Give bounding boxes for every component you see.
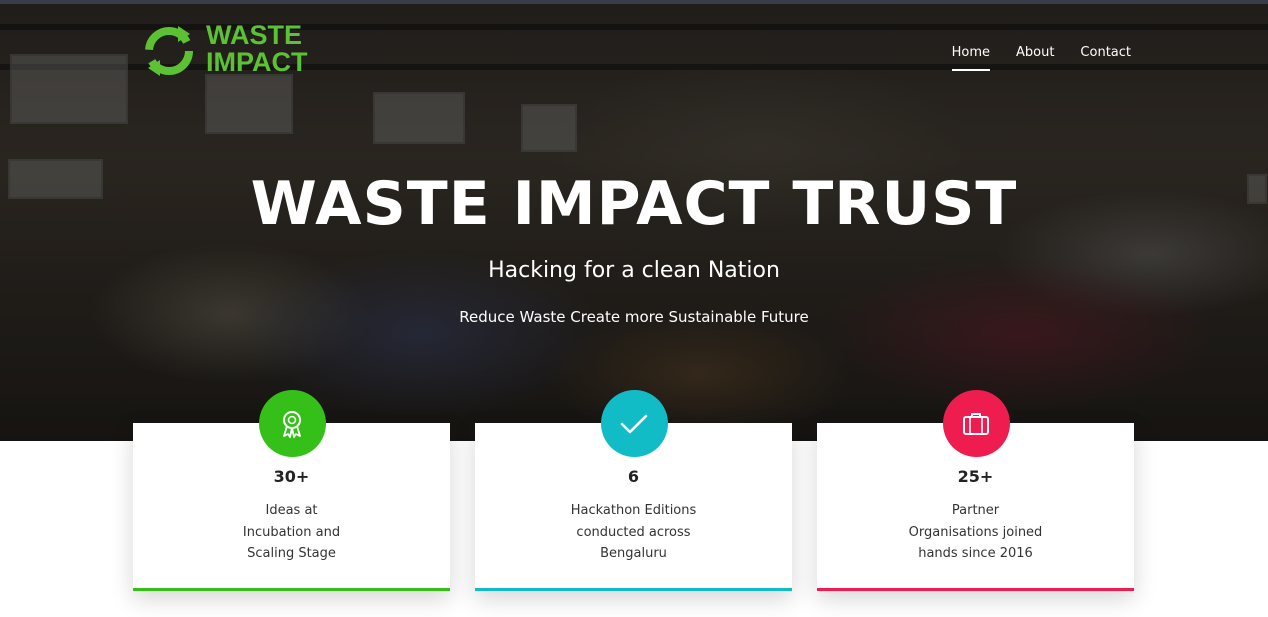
stat-badge	[942, 390, 1010, 457]
stat-value: 30+	[273, 467, 310, 486]
stat-description: Hackathon Editions conducted across Beng…	[515, 500, 752, 565]
stat-description-line: Organisations joined	[908, 524, 1043, 540]
card-accent-bar	[817, 588, 1134, 591]
stat-description: Partner Organisations joined hands since…	[857, 500, 1094, 565]
stat-description-line: Ideas at	[265, 503, 318, 518]
stat-description-line: Scaling Stage	[247, 546, 336, 561]
stat-card-ideas: 30+ Ideas at Incubation and Scaling Stag…	[133, 390, 450, 591]
checkmark-icon	[620, 414, 648, 433]
nav-home-link[interactable]: Home	[951, 44, 991, 71]
stat-badge	[258, 390, 326, 457]
stat-description-line: hands since 2016	[918, 546, 1033, 561]
nav-about-link[interactable]: About	[1016, 44, 1054, 62]
stat-description-line: conducted across	[576, 524, 691, 540]
waste-impact-logo[interactable]: WASTE IMPACT	[142, 22, 308, 82]
award-ribbon-icon	[283, 410, 301, 438]
card-accent-bar	[133, 588, 450, 591]
card-accent-bar	[475, 588, 792, 591]
hero-banner: WASTE IMPACT Home About Contact WASTE IM…	[0, 4, 1268, 441]
logo-line-2: IMPACT	[206, 47, 308, 77]
stat-value: 6	[627, 467, 640, 486]
stat-badge	[600, 390, 668, 457]
hero-title: WASTE IMPACT TRUST	[250, 169, 1018, 239]
stat-card-partners: 25+ Partner Organisations joined hands s…	[817, 390, 1134, 591]
logo-line-1: WASTE	[206, 20, 303, 50]
logo-wordmark: WASTE IMPACT	[206, 22, 308, 76]
main-nav: Home About Contact	[926, 44, 1131, 71]
stat-description-line: Hackathon Editions	[570, 503, 697, 518]
stat-description-line: Partner	[951, 503, 1000, 518]
nav-contact-link[interactable]: Contact	[1080, 44, 1131, 62]
stat-description-line: Bengaluru	[600, 546, 667, 561]
recycle-arrows-icon	[145, 26, 193, 76]
briefcase-icon	[963, 412, 989, 435]
stat-description: Ideas at Incubation and Scaling Stage	[173, 500, 410, 565]
hero-subtitle: Hacking for a clean Nation	[488, 258, 780, 283]
stat-description-line: Incubation and	[242, 524, 341, 540]
stat-value: 25+	[957, 467, 994, 486]
hero-tagline: Reduce Waste Create more Sustainable Fut…	[459, 308, 809, 326]
stat-card-hackathons: 6 Hackathon Editions conducted across Be…	[475, 390, 792, 591]
